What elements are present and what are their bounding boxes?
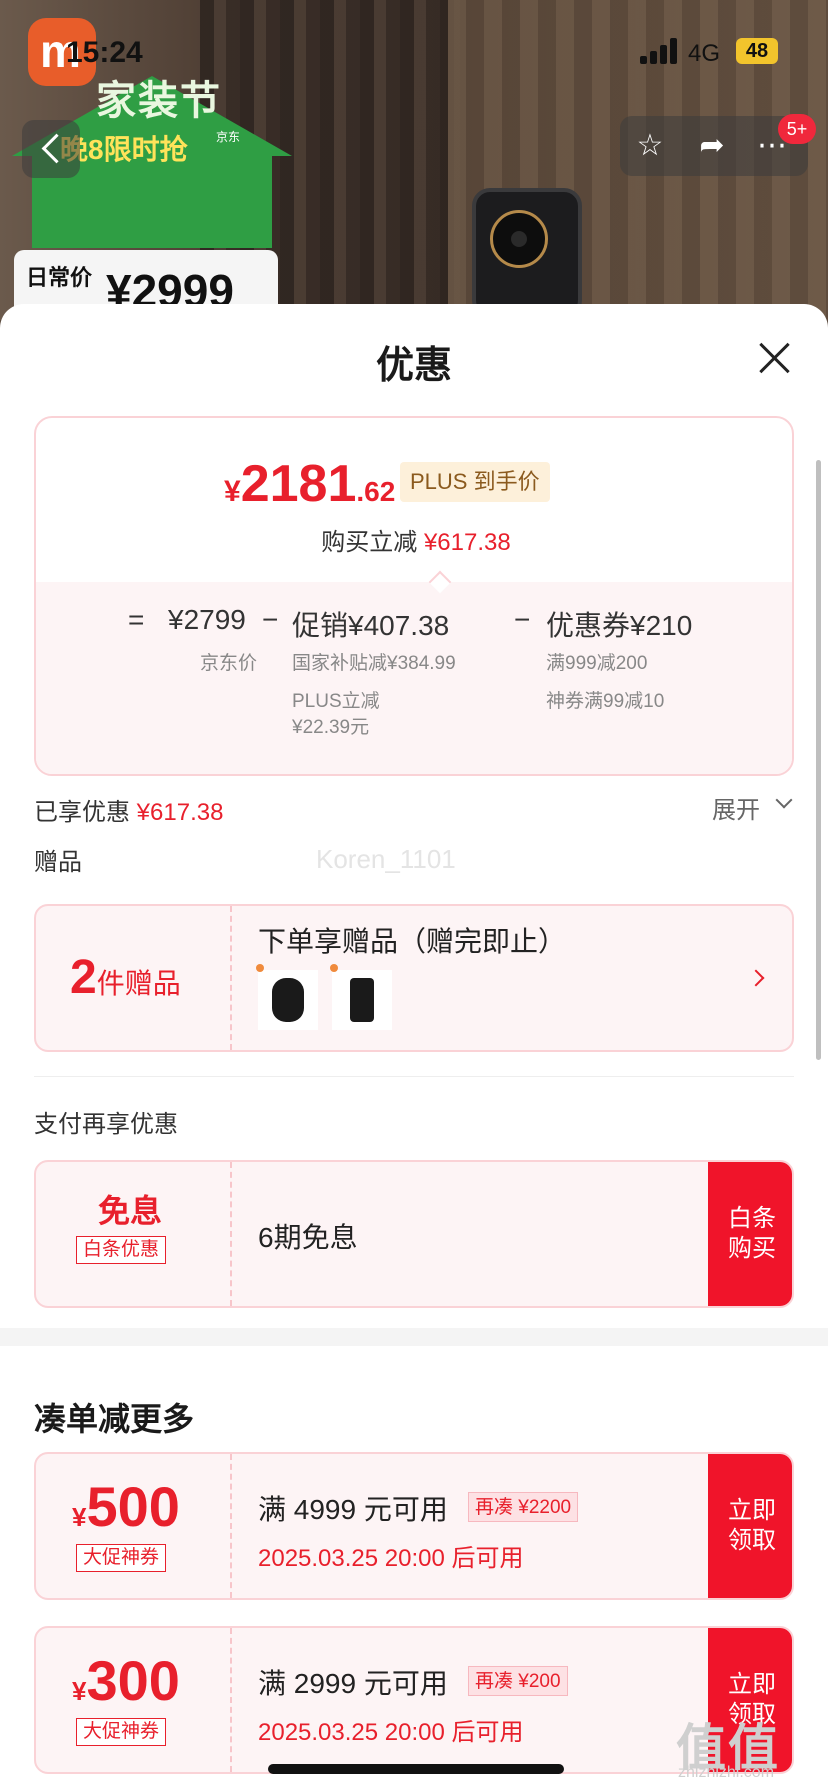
coupon-detail: 满999减200 [546,653,648,674]
bundle-section-title: 凑单减更多 [34,1401,195,1437]
payment-section-label: 支付再享优惠 [34,1111,178,1138]
plus-reduce-value: ¥22.39元 [292,717,370,738]
discount-sheet: 优惠 ¥2181.62 PLUS 到手价 购买立减 ¥617.38 = ¥279… [0,304,828,1792]
doorbell-product-image [472,188,582,318]
coupon-extra: 再凑 ¥200 [468,1666,568,1696]
status-bar: m 15:24 4G 48 [0,0,828,100]
baitiao-buy-button[interactable]: 白条 购买 [708,1162,792,1306]
expand-button[interactable]: 展开 [712,790,760,825]
gift-thumb-camera[interactable] [256,964,318,1030]
share-icon[interactable]: ➦ [694,128,730,164]
claim-coupon-button[interactable]: 立即 领取 [708,1454,792,1598]
daily-price-label: 日常价 [26,265,93,290]
chevron-right-icon[interactable] [747,969,765,987]
coupon-tag: 大促神券 [76,1544,167,1572]
interest-free-badge: 免息 [98,1193,163,1229]
close-icon[interactable] [756,340,792,376]
home-indicator[interactable] [268,1764,564,1774]
coupon-detail: 神券满99减10 [546,691,665,712]
plus-reduce-label: PLUS立减 [292,691,380,712]
minus-sign: − [262,604,279,635]
coupon-condition: 满 4999 元可用 [258,1494,448,1525]
section-gap [0,1328,828,1346]
enjoyed-discount: 已享优惠 ¥617.38 [34,799,224,826]
payment-card[interactable]: 免息 白条优惠 6期免息 白条 购买 [34,1160,794,1308]
subsidy-detail: 国家补贴减¥384.99 [292,653,456,674]
coupon-amount: 优惠券¥210 [546,610,693,641]
reduce-line: 购买立减 ¥617.38 [321,529,511,556]
jd-price: ¥2799 [168,604,246,635]
coupon-condition: 满 2999 元可用 [258,1668,448,1699]
star-icon[interactable]: ☆ [632,128,668,164]
signal-icon [640,38,680,64]
gift-card[interactable]: 2件赠品 下单享赠品（赠完即止） [34,904,794,1052]
baitiao-tag: 白条优惠 [76,1236,167,1264]
installment-plan: 6期免息 [258,1222,358,1253]
jd-price-label: 京东价 [200,653,258,674]
coupon-amount: ¥500 [72,1475,180,1538]
notification-badge: 5+ [778,114,816,144]
back-button[interactable] [22,120,80,178]
price-summary-card: ¥2181.62 PLUS 到手价 购买立减 ¥617.38 = ¥2799 京… [34,416,794,776]
scrollbar[interactable] [816,460,821,1060]
user-watermark: Koren_1101 [316,844,456,874]
equals-sign: = [128,604,145,635]
chevron-down-icon[interactable] [775,791,793,809]
coupon-extra: 再凑 ¥2200 [468,1492,579,1522]
final-price: ¥2181.62 [224,455,396,513]
promo-amount: 促销¥407.38 [292,610,450,641]
gift-title: 下单享赠品（赠完即止） [258,926,567,957]
gift-section-label: 赠品 [34,849,82,876]
status-time: 15:24 [66,36,143,69]
network-type: 4G [688,40,721,67]
battery-icon: 48 [736,38,778,64]
site-watermark-url: zhizhizhi.com [678,1764,775,1781]
product-hero: 京东 家装节 晚8限时抢 日常价 ¥2999 m 15:24 4G 48 ☆ ➦… [0,0,828,320]
coupon-tag: 大促神券 [76,1718,167,1746]
divider [34,1076,794,1077]
coupon-card[interactable]: ¥500 大促神券 满 4999 元可用 再凑 ¥2200 2025.03.25… [34,1452,794,1600]
coupon-time: 2025.03.25 20:00 后可用 [258,1719,524,1746]
gift-count: 2件赠品 [70,951,181,1004]
coupon-time: 2025.03.25 20:00 后可用 [258,1545,524,1572]
minus-sign: − [514,604,531,635]
coupon-amount: ¥300 [72,1649,180,1712]
plus-price-tag: PLUS 到手价 [400,462,550,502]
gift-thumb-device[interactable] [330,964,392,1030]
jd-tag: 京东 [216,130,241,144]
sheet-title: 优惠 [375,345,452,387]
